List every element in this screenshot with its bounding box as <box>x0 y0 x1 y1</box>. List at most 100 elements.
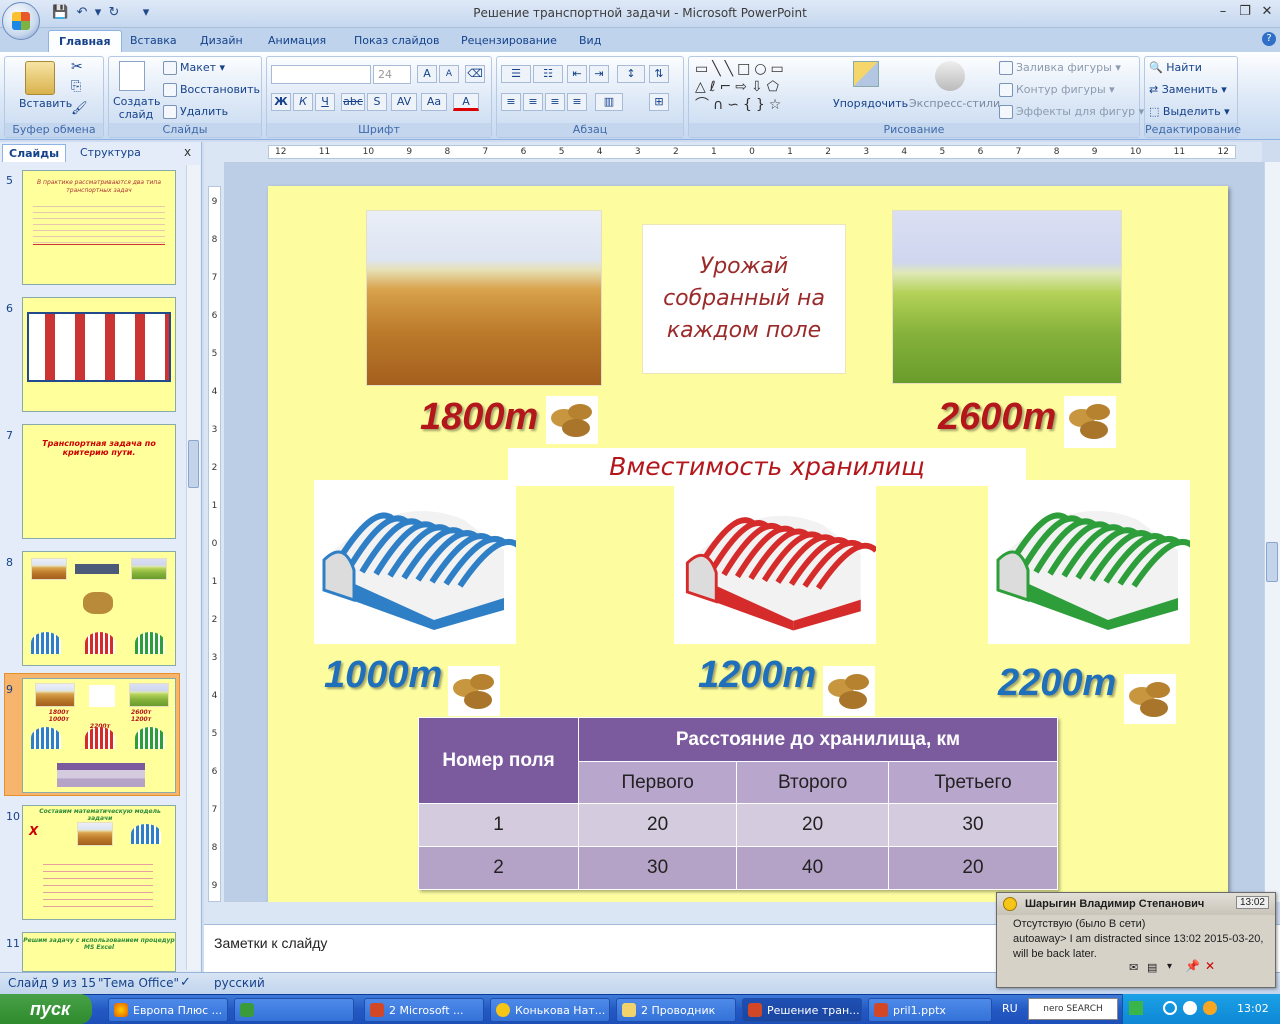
copy-icon[interactable]: ⎘ <box>71 79 81 94</box>
shape-effects-button[interactable]: Эффекты для фигур ▾ <box>999 105 1144 119</box>
replace-button[interactable]: ⇄ Заменить ▾ <box>1149 83 1227 96</box>
taskbar-item[interactable]: pril1.pptx <box>868 998 992 1022</box>
shapes-gallery-row3[interactable]: ⌒∩∽{}☆ <box>695 97 819 113</box>
justify-button[interactable]: ≡ <box>567 93 587 111</box>
font-size-combo[interactable]: 24 <box>373 65 411 84</box>
hangar-image-3[interactable] <box>988 480 1197 644</box>
arrange-icon[interactable] <box>853 61 879 87</box>
menu-icon[interactable]: ▾ <box>1167 961 1172 972</box>
paste-button[interactable]: Вставить <box>19 97 72 110</box>
scroll-thumb[interactable] <box>188 440 199 488</box>
strike-button[interactable]: abc <box>341 93 365 111</box>
tab-view[interactable]: Вид <box>569 30 611 52</box>
tab-outline-panel[interactable]: Структура <box>74 144 147 162</box>
tray-messenger-icon[interactable] <box>1203 1001 1217 1015</box>
tab-animation[interactable]: Анимация <box>258 30 336 52</box>
clear-format-button[interactable]: ⌫ <box>465 65 485 83</box>
format-painter-icon[interactable]: 🖌 <box>71 101 88 116</box>
editor-scrollbar[interactable] <box>1264 162 1280 902</box>
nero-search-box[interactable]: nero SEARCH <box>1028 998 1118 1020</box>
line-spacing-button[interactable]: ↕ <box>617 65 645 83</box>
theme-name[interactable]: "Тема Office" <box>98 976 179 990</box>
help-icon[interactable]: ? <box>1262 32 1276 46</box>
quick-styles-button[interactable]: Экспресс-стили <box>909 97 1000 110</box>
case-button[interactable]: Aa <box>421 93 447 111</box>
spellcheck-icon[interactable]: ✓ <box>180 975 191 990</box>
slide-thumbnail-7[interactable]: Транспортная задача по критерию пути. <box>22 424 176 539</box>
tab-home[interactable]: Главная <box>48 30 122 52</box>
grow-font-button[interactable]: A <box>417 65 437 83</box>
paste-icon[interactable] <box>25 61 55 95</box>
tray-arrow-icon[interactable] <box>1129 1001 1143 1015</box>
tab-design[interactable]: Дизайн <box>190 30 253 52</box>
close-panel-icon[interactable]: x <box>184 145 191 159</box>
distance-table[interactable]: Номер поля Расстояние до хранилища, км П… <box>418 717 1059 890</box>
select-button[interactable]: ⬚ Выделить ▾ <box>1149 105 1230 118</box>
taskbar-item[interactable]: Конькова Нат... <box>490 998 610 1022</box>
taskbar-item[interactable]: 2 Проводник <box>616 998 736 1022</box>
bullets-button[interactable]: ☰ <box>501 65 531 83</box>
slide-canvas[interactable]: Урожай собранный на каждом поле 1800т 26… <box>268 186 1228 906</box>
slide-thumbnail-5[interactable]: В практике рассматриваются два типа тран… <box>22 170 176 285</box>
cut-icon[interactable]: ✂ <box>71 59 83 75</box>
align-center-button[interactable]: ≡ <box>523 93 543 111</box>
new-slide-button[interactable]: Создать слайд <box>113 95 161 121</box>
tab-slides-panel[interactable]: Слайды <box>2 144 67 162</box>
text-direction-button[interactable]: ⇅ <box>649 65 669 83</box>
taskbar-item-active[interactable]: Решение тран... <box>742 998 862 1022</box>
align-right-button[interactable]: ≡ <box>545 93 565 111</box>
field-image-2[interactable] <box>892 210 1122 384</box>
font-name-combo[interactable] <box>271 65 371 84</box>
slides-panel-scrollbar[interactable] <box>186 165 200 970</box>
shrink-font-button[interactable]: A <box>439 65 459 83</box>
language-indicator[interactable]: русский <box>214 976 265 990</box>
clock[interactable]: 13:02 <box>1237 1002 1269 1015</box>
italic-button[interactable]: К <box>293 93 313 111</box>
field-image-1[interactable] <box>366 210 602 386</box>
spacing-button[interactable]: AV <box>391 93 417 111</box>
hangar-image-2[interactable] <box>674 486 879 644</box>
maximize-button[interactable]: ❐ <box>1234 4 1256 22</box>
shape-outline-button[interactable]: Контур фигуры ▾ <box>999 83 1115 97</box>
find-button[interactable]: 🔍 Найти <box>1149 61 1202 74</box>
taskbar-item[interactable]: Европа Плюс ... <box>108 998 228 1022</box>
slide-thumbnail-11[interactable]: Решим задачу с использованием процедур M… <box>22 932 176 972</box>
office-button[interactable] <box>2 2 40 40</box>
decrease-indent-button[interactable]: ⇤ <box>567 65 587 83</box>
bold-button[interactable]: Ж <box>271 93 291 111</box>
storage-title[interactable]: Вместимость хранилищ <box>508 448 1026 486</box>
im-notification[interactable]: Шарыгин Владимир Степанович 13:02 Отсутс… <box>996 892 1276 988</box>
reset-button[interactable]: Восстановить <box>163 83 260 97</box>
columns-button[interactable]: ▥ <box>595 93 623 111</box>
tray-search-icon[interactable] <box>1163 1001 1177 1015</box>
tray-app-icon[interactable] <box>1183 1001 1197 1015</box>
tab-insert[interactable]: Вставка <box>120 30 187 52</box>
crop-title-box[interactable]: Урожай собранный на каждом поле <box>642 224 846 374</box>
increase-indent-button[interactable]: ⇥ <box>589 65 609 83</box>
shadow-button[interactable]: S <box>367 93 387 111</box>
arrange-button[interactable]: Упорядочить <box>833 97 908 110</box>
slide-thumbnail-6[interactable] <box>22 297 176 412</box>
hangar-image-1[interactable] <box>314 480 523 644</box>
history-icon[interactable]: ▤ <box>1147 961 1157 974</box>
numbering-button[interactable]: ☷ <box>533 65 563 83</box>
reply-icon[interactable]: ✉ <box>1129 961 1138 974</box>
slide-thumbnail-10[interactable]: Составим математическую модель задачи X <box>22 805 176 920</box>
start-button[interactable]: пуск <box>0 994 92 1024</box>
tab-review[interactable]: Рецензирование <box>451 30 567 52</box>
shapes-gallery-row1[interactable]: ▭╲╲□○▭ <box>695 61 819 77</box>
shape-fill-button[interactable]: Заливка фигуры ▾ <box>999 61 1121 75</box>
close-button[interactable]: ✕ <box>1256 4 1278 22</box>
align-left-button[interactable]: ≡ <box>501 93 521 111</box>
language-bar[interactable]: RU <box>1002 1002 1018 1015</box>
font-color-button[interactable]: A <box>453 93 479 111</box>
taskbar-item[interactable]: 2 Microsoft ... <box>364 998 484 1022</box>
scroll-thumb[interactable] <box>1266 542 1278 582</box>
underline-button[interactable]: Ч <box>315 93 335 111</box>
layout-button[interactable]: Макет ▾ <box>163 61 225 75</box>
delete-button[interactable]: Удалить <box>163 105 228 119</box>
minimize-button[interactable]: – <box>1212 4 1234 22</box>
pin-icon[interactable]: 📌 <box>1185 959 1200 973</box>
quick-styles-icon[interactable] <box>935 61 965 91</box>
shapes-gallery-row2[interactable]: △ℓ⌐⇨⇩⬠ <box>695 79 819 95</box>
